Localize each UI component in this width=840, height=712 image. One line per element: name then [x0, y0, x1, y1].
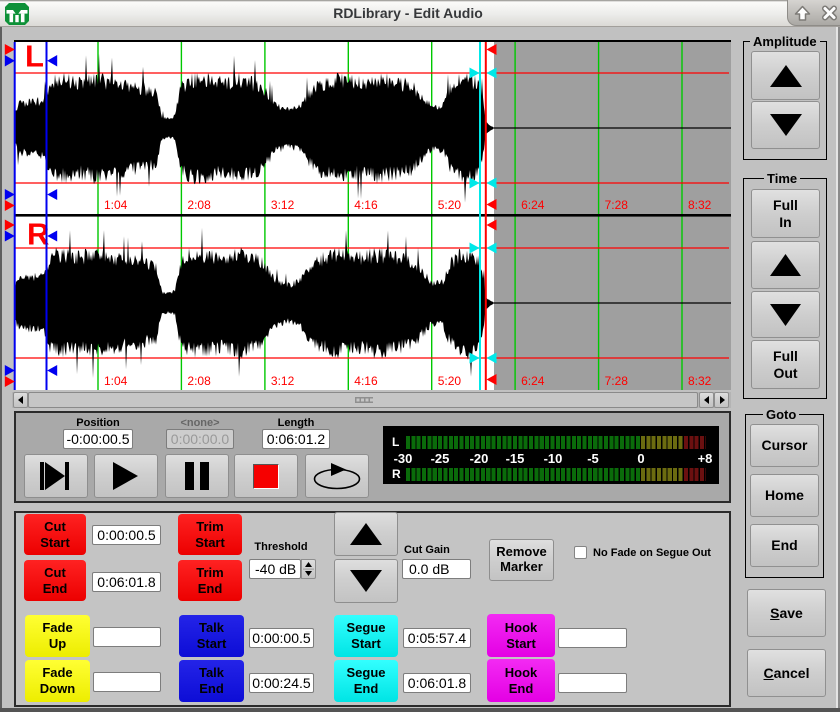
svg-text:8:32: 8:32: [688, 374, 712, 388]
svg-text:L: L: [25, 40, 44, 74]
svg-text:5:20: 5:20: [438, 374, 462, 388]
svg-text:3:12: 3:12: [271, 198, 295, 212]
svg-text:1:04: 1:04: [104, 374, 128, 388]
svg-text:2:08: 2:08: [187, 374, 211, 388]
svg-text:6:24: 6:24: [521, 374, 545, 388]
svg-text:4:16: 4:16: [354, 198, 378, 212]
svg-text:4:16: 4:16: [354, 374, 378, 388]
svg-text:2:08: 2:08: [187, 198, 211, 212]
svg-text:5:20: 5:20: [438, 198, 462, 212]
svg-text:3:12: 3:12: [271, 374, 295, 388]
svg-text:7:28: 7:28: [605, 374, 629, 388]
svg-text:8:32: 8:32: [688, 198, 712, 212]
svg-text:6:24: 6:24: [521, 198, 545, 212]
svg-text:7:28: 7:28: [605, 198, 629, 212]
svg-text:1:04: 1:04: [104, 198, 128, 212]
